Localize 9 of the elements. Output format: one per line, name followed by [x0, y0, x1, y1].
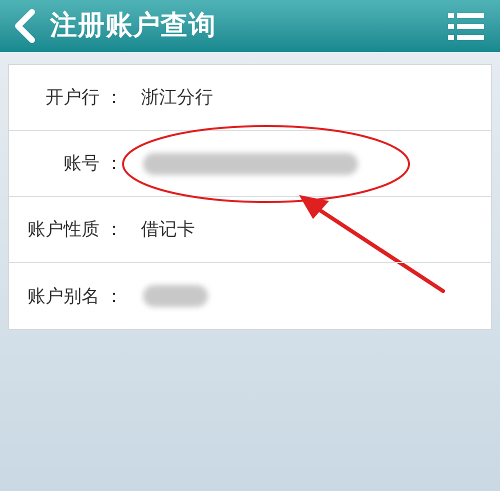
menu-icon[interactable] — [448, 11, 484, 41]
field-label: 开户行 ： — [44, 86, 123, 110]
field-value: 借记卡 — [141, 218, 195, 242]
back-icon[interactable] — [12, 9, 38, 43]
field-label: 账户性质 ： — [26, 218, 123, 242]
field-label: 账户别名 ： — [26, 284, 123, 308]
field-value: 浙江分行 — [141, 86, 213, 110]
page-title: 注册账户查询 — [50, 8, 216, 43]
field-label: 账号 ： — [62, 152, 123, 176]
